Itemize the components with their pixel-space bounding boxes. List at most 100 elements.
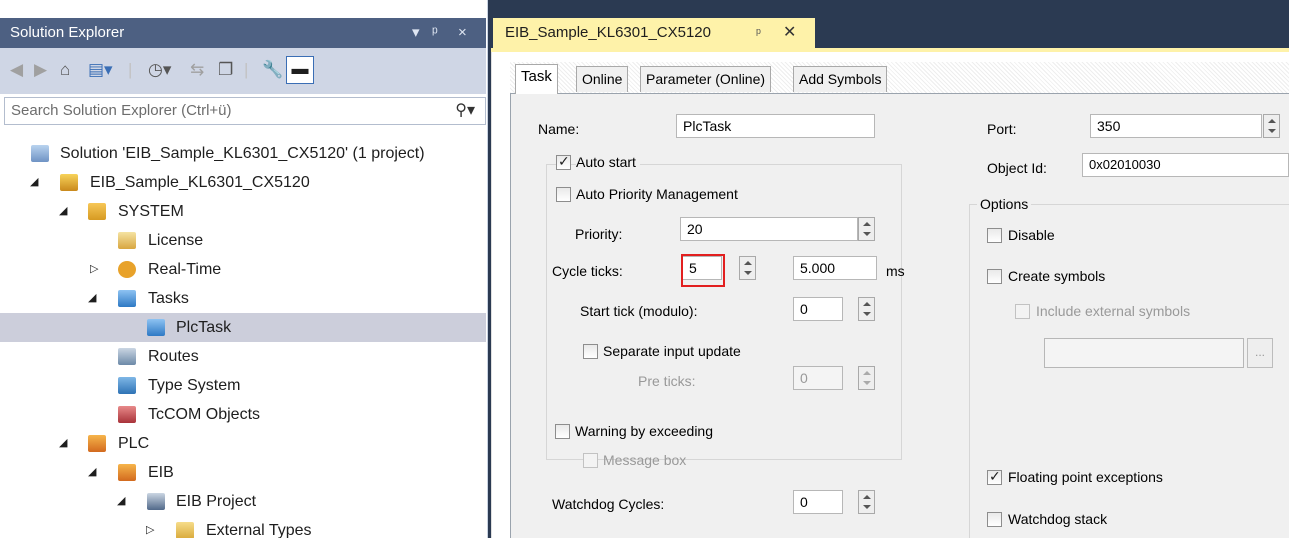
create-symbols-label: Create symbols bbox=[1008, 268, 1106, 284]
pre-ticks-field: 0 bbox=[793, 366, 843, 390]
disable-label: Disable bbox=[1008, 227, 1055, 243]
expand-icon[interactable]: ◢ bbox=[88, 284, 96, 313]
home-icon[interactable]: ⌂ bbox=[60, 58, 70, 82]
tree-item-license[interactable]: License bbox=[0, 226, 486, 255]
license-icon bbox=[118, 232, 136, 249]
document-tab[interactable]: EIB_Sample_KL6301_CX5120 ᵖ ✕ bbox=[493, 18, 815, 48]
pin-icon[interactable]: ᵖ bbox=[432, 18, 438, 48]
watchdog-cycles-field[interactable]: 0 bbox=[793, 490, 843, 514]
solution-icon bbox=[31, 145, 49, 162]
separator: | bbox=[128, 60, 133, 79]
realtime-icon bbox=[118, 261, 136, 278]
document-tab-title: EIB_Sample_KL6301_CX5120 bbox=[505, 24, 711, 41]
close-tab-icon[interactable]: ✕ bbox=[783, 18, 796, 48]
plc-project-icon bbox=[118, 464, 136, 481]
dropdown-arrow-icon[interactable]: ▾ bbox=[412, 18, 420, 48]
tab-task[interactable]: Task bbox=[515, 64, 558, 95]
cycle-time-field: 5.000 bbox=[793, 256, 877, 280]
object-id-field: 0x02010030 bbox=[1082, 153, 1289, 177]
watchdog-cycles-spinner[interactable] bbox=[858, 490, 875, 514]
floating-point-checkbox[interactable] bbox=[987, 468, 1002, 485]
options-label: Options bbox=[977, 196, 1032, 212]
browse-button: ... bbox=[1247, 338, 1273, 368]
tree-item-realtime[interactable]: ▷ Real-Time bbox=[0, 255, 486, 284]
properties-wrench-icon[interactable]: 🔧 bbox=[262, 58, 283, 82]
preview-icon[interactable]: ▬ bbox=[286, 56, 314, 84]
sync-icon[interactable]: ⇆ bbox=[190, 58, 204, 82]
switch-views-icon[interactable]: ▤▾ bbox=[88, 58, 113, 82]
priority-spinner[interactable] bbox=[858, 217, 875, 241]
tab-online[interactable]: Online bbox=[576, 66, 629, 92]
separate-input-checkbox[interactable] bbox=[583, 344, 598, 359]
task-icon bbox=[147, 319, 165, 336]
tab-add-symbols[interactable]: Add Symbols bbox=[793, 66, 888, 92]
expand-icon[interactable]: ◢ bbox=[30, 168, 38, 197]
pin-icon[interactable]: ᵖ bbox=[756, 18, 761, 48]
search-placeholder: Search Solution Explorer (Ctrl+ü) bbox=[11, 102, 232, 119]
highlight-box bbox=[681, 254, 725, 287]
expand-icon[interactable]: ◢ bbox=[117, 487, 125, 516]
solution-explorer-title-bar: Solution Explorer ▾ ᵖ × bbox=[0, 18, 486, 48]
warning-exceeding-label: Warning by exceeding bbox=[575, 423, 714, 439]
system-icon bbox=[88, 203, 106, 220]
expand-icon[interactable]: ◢ bbox=[59, 429, 67, 458]
pending-changes-icon[interactable]: ◷▾ bbox=[148, 58, 171, 82]
external-symbols-path-field bbox=[1044, 338, 1244, 368]
port-label: Port: bbox=[987, 121, 1017, 137]
pre-ticks-spinner bbox=[858, 366, 875, 390]
name-field[interactable]: PlcTask bbox=[676, 114, 875, 138]
expand-icon[interactable]: ◢ bbox=[59, 197, 67, 226]
port-field[interactable]: 350 bbox=[1090, 114, 1262, 138]
tree-item-routes[interactable]: Routes bbox=[0, 342, 486, 371]
auto-priority-checkbox[interactable] bbox=[556, 187, 571, 202]
object-id-label: Object Id: bbox=[987, 160, 1047, 176]
tree-item-plc[interactable]: ◢ PLC bbox=[0, 429, 486, 458]
tasks-icon bbox=[118, 290, 136, 307]
watchdog-cycles-label: Watchdog Cycles: bbox=[552, 496, 665, 512]
warning-exceeding-checkbox[interactable] bbox=[555, 424, 570, 439]
tree-item-solution[interactable]: Solution 'EIB_Sample_KL6301_CX5120' (1 p… bbox=[0, 139, 486, 168]
tree-item-tasks[interactable]: ◢ Tasks bbox=[0, 284, 486, 313]
tree-item-external-types[interactable]: ▷ External Types bbox=[0, 516, 486, 538]
tree-item-system[interactable]: ◢ SYSTEM bbox=[0, 197, 486, 226]
cycle-time-unit: ms bbox=[886, 263, 905, 279]
message-box-checkbox bbox=[583, 453, 598, 468]
solution-explorer-toolbar: ◀ ▶ ⌂ ▤▾ | ◷▾ ⇆ ❐ | 🔧 ▬ bbox=[0, 48, 486, 94]
auto-priority-label: Auto Priority Management bbox=[576, 186, 738, 202]
start-tick-field[interactable]: 0 bbox=[793, 297, 843, 321]
search-input[interactable]: Search Solution Explorer (Ctrl+ü) ⚲▾ bbox=[4, 97, 486, 125]
close-icon[interactable]: × bbox=[458, 18, 467, 48]
collapsed-chevron-icon[interactable]: ▷ bbox=[90, 255, 98, 284]
options-group bbox=[969, 204, 1289, 538]
collapsed-chevron-icon[interactable]: ▷ bbox=[146, 516, 154, 538]
watchdog-stack-checkbox[interactable] bbox=[987, 512, 1002, 527]
collapse-all-icon[interactable]: ❐ bbox=[218, 58, 233, 82]
eib-project-icon bbox=[147, 493, 165, 510]
tab-parameter-online[interactable]: Parameter (Online) bbox=[640, 66, 772, 92]
tree-item-eib[interactable]: ◢ EIB bbox=[0, 458, 486, 487]
type-system-icon bbox=[118, 377, 136, 394]
search-icon[interactable]: ⚲▾ bbox=[455, 98, 475, 124]
forward-icon[interactable]: ▶ bbox=[34, 58, 47, 82]
solution-explorer-title: Solution Explorer bbox=[10, 24, 125, 41]
cycle-ticks-label: Cycle ticks: bbox=[552, 263, 623, 279]
tree-item-tccom[interactable]: TcCOM Objects bbox=[0, 400, 486, 429]
name-label: Name: bbox=[538, 121, 580, 137]
start-tick-spinner[interactable] bbox=[858, 297, 875, 321]
routes-icon bbox=[118, 348, 136, 365]
disable-checkbox[interactable] bbox=[987, 228, 1002, 243]
priority-field[interactable]: 20 bbox=[680, 217, 858, 241]
property-tabstrip: Task Online Parameter (Online) Add Symbo… bbox=[510, 62, 1289, 95]
tree-item-eib-project[interactable]: ◢ EIB Project bbox=[0, 487, 486, 516]
back-icon[interactable]: ◀ bbox=[10, 58, 23, 82]
tree-item-type-system[interactable]: Type System bbox=[0, 371, 486, 400]
separate-input-label: Separate input update bbox=[603, 343, 741, 359]
cycle-ticks-spinner[interactable] bbox=[739, 256, 756, 280]
tree-item-project[interactable]: ◢ EIB_Sample_KL6301_CX5120 bbox=[0, 168, 486, 197]
port-spinner[interactable] bbox=[1263, 114, 1280, 138]
auto-start-checkbox[interactable] bbox=[556, 153, 571, 170]
priority-label: Priority: bbox=[575, 226, 623, 242]
tree-item-plctask[interactable]: PlcTask bbox=[0, 313, 486, 342]
create-symbols-checkbox[interactable] bbox=[987, 269, 1002, 284]
expand-icon[interactable]: ◢ bbox=[88, 458, 96, 487]
